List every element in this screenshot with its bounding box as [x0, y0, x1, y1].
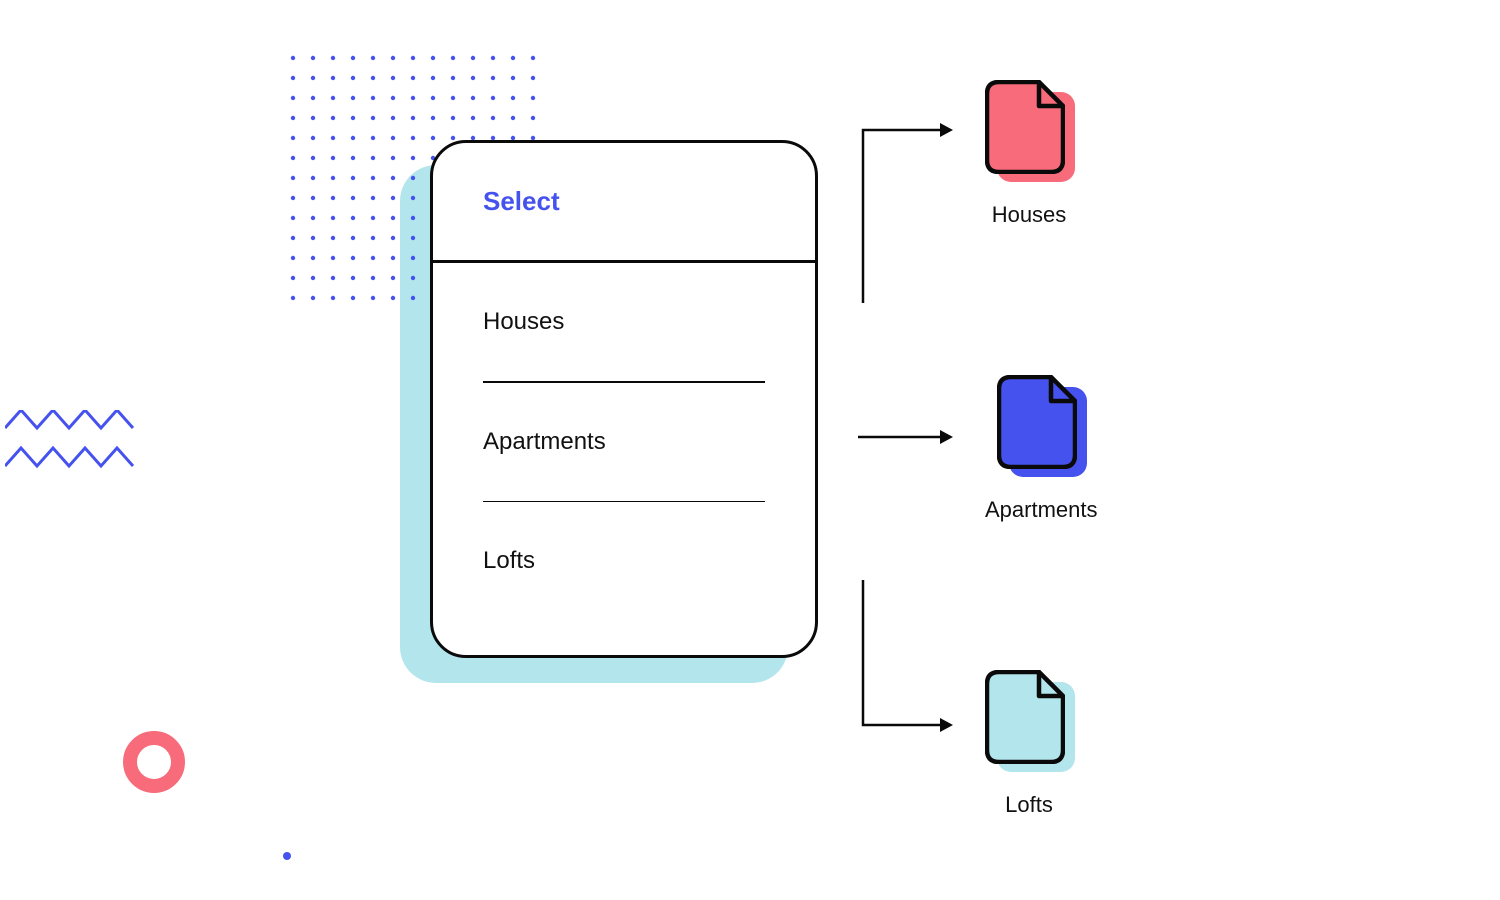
document-icon — [997, 375, 1077, 469]
select-option-lofts[interactable]: Lofts — [483, 502, 765, 620]
document-icon — [985, 670, 1065, 764]
select-option-houses[interactable]: Houses — [483, 263, 765, 381]
select-box: Select Houses Apartments Lofts — [430, 140, 818, 658]
target-lofts: Lofts — [985, 670, 1073, 818]
document-icon — [985, 80, 1065, 174]
option-label: Houses — [483, 308, 564, 336]
select-options-list: Houses Apartments Lofts — [433, 263, 815, 620]
target-label: Lofts — [1005, 792, 1053, 818]
option-label: Apartments — [483, 428, 606, 456]
zigzag-decoration — [5, 410, 145, 485]
document-icon-apartments — [997, 375, 1085, 477]
select-dropdown: Select Houses Apartments Lofts — [430, 140, 818, 658]
select-header: Select — [433, 143, 815, 263]
document-icon-houses — [985, 80, 1073, 182]
target-label: Apartments — [985, 497, 1098, 523]
select-header-label: Select — [483, 186, 560, 217]
target-houses: Houses — [985, 80, 1073, 228]
arrow-to-lofts — [858, 575, 958, 745]
arrow-to-houses — [858, 115, 958, 315]
option-label: Lofts — [483, 547, 535, 575]
select-option-apartments[interactable]: Apartments — [483, 383, 765, 501]
document-icon-lofts — [985, 670, 1073, 772]
arrow-to-apartments — [858, 427, 958, 447]
circle-decoration — [120, 728, 188, 796]
dot-decoration — [283, 852, 291, 860]
target-label: Houses — [992, 202, 1067, 228]
target-apartments: Apartments — [985, 375, 1098, 523]
